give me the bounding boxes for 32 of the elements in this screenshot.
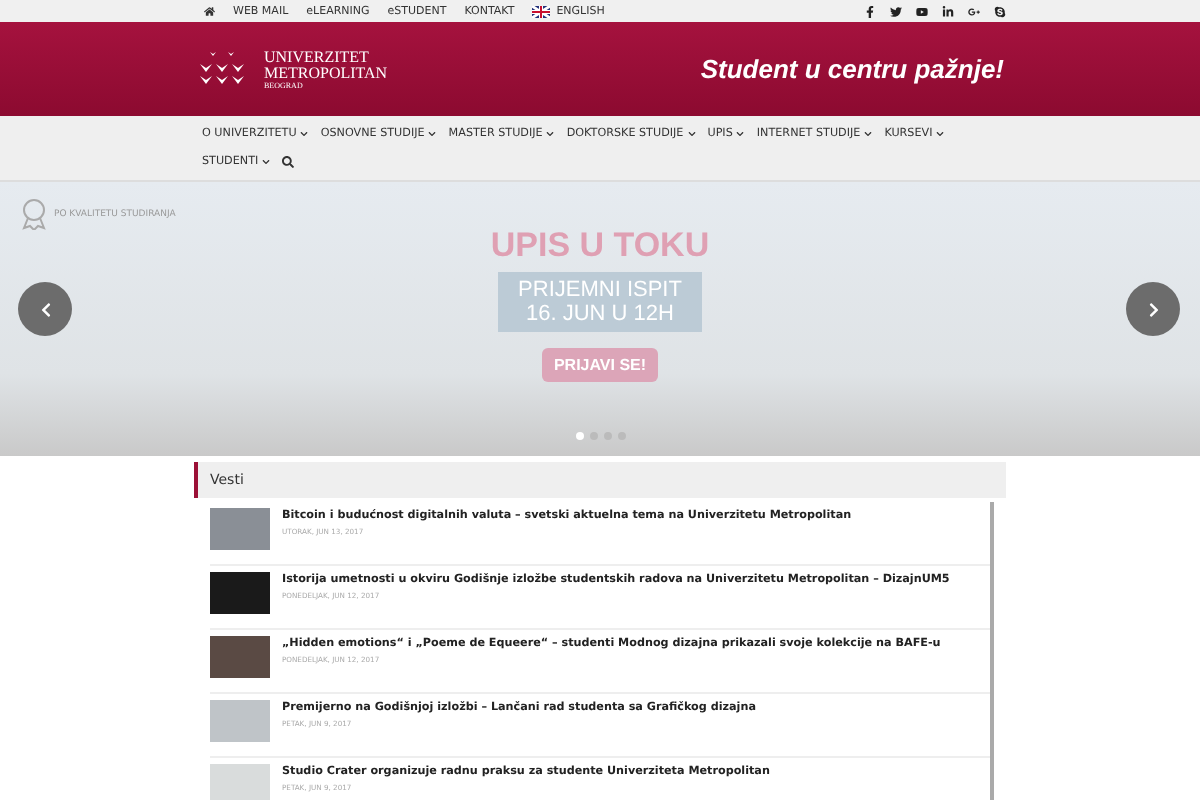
previous-button[interactable] [18, 282, 72, 336]
chevron-left-icon [37, 301, 53, 317]
caret-icon [300, 130, 309, 138]
photo-placeholder [210, 572, 270, 614]
logo-text: METROPOLITAN [264, 65, 388, 81]
caret-icon [936, 130, 945, 138]
photo-placeholder [210, 764, 270, 800]
caret-icon [687, 130, 696, 138]
photo-placeholder [210, 700, 270, 742]
hero-title: UPIS U TOKU [490, 226, 710, 266]
skype-icon[interactable] [994, 5, 1006, 17]
caret-icon [736, 130, 745, 138]
facebook-icon[interactable] [864, 5, 876, 17]
caret-icon [428, 130, 437, 138]
chevron-right-icon [1145, 301, 1161, 317]
caret-icon [546, 130, 555, 138]
twitter-icon[interactable] [890, 5, 902, 17]
award-icon [20, 198, 48, 230]
google-plus-icon[interactable] [968, 5, 980, 17]
caret-icon [864, 130, 873, 138]
slogan: Student u centru pažnje! [700, 54, 1004, 84]
home-icon[interactable] [204, 5, 215, 17]
photo-placeholder [210, 508, 270, 550]
exam-box: PRIJEMNI ISPIT 16. JUN U 12H [498, 272, 702, 332]
next-button[interactable] [1126, 282, 1180, 336]
youtube-icon[interactable] [916, 5, 928, 17]
logo-text: UNIVERZITET [264, 49, 371, 65]
caret-icon [262, 158, 271, 166]
slide-dot[interactable] [575, 432, 583, 440]
photo-placeholder [210, 636, 270, 678]
linkedin-icon[interactable] [942, 5, 954, 17]
uk-flag-icon [532, 5, 551, 17]
